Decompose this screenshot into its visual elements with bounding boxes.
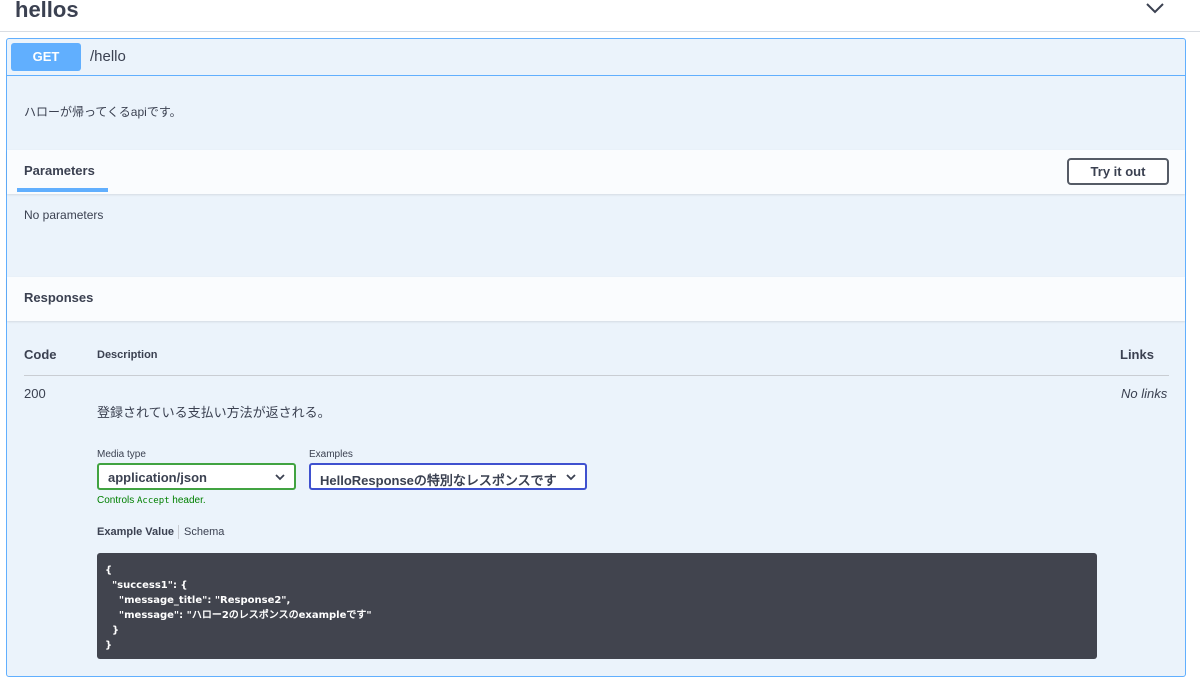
media-type-value: application/json <box>108 470 207 485</box>
column-header-links: Links <box>1120 347 1154 362</box>
chevron-down-icon <box>566 474 576 481</box>
response-description: 登録されている支払い方法が返される。 <box>97 405 331 420</box>
examples-select[interactable]: HelloResponseの特別なレスポンスです <box>309 463 587 490</box>
examples-value: HelloResponseの特別なレスポンスです <box>320 473 557 488</box>
column-header-code: Code <box>24 347 57 362</box>
tab-active-indicator <box>17 188 108 192</box>
chevron-down-icon[interactable] <box>1144 0 1166 16</box>
tab-example-value[interactable]: Example Value <box>97 526 174 538</box>
response-links: No links <box>1121 386 1168 401</box>
media-type-select[interactable]: application/json <box>97 463 296 490</box>
tab-schema[interactable]: Schema <box>184 526 224 538</box>
example-tabs: Example Value Schema <box>97 525 224 539</box>
examples-label: Examples <box>309 449 353 460</box>
column-header-description: Description <box>97 349 158 361</box>
operation-description: ハローが帰ってくるapiです。 <box>24 105 182 119</box>
divider <box>178 525 180 539</box>
parameters-header: Parameters Try it out <box>7 150 1185 194</box>
responses-header: Responses <box>7 277 1185 321</box>
media-type-label: Media type <box>97 449 146 460</box>
controls-accept-note: Controls Accept header. <box>97 495 206 506</box>
divider <box>24 375 1169 376</box>
chevron-down-icon <box>275 474 285 481</box>
tab-parameters[interactable]: Parameters <box>24 163 95 178</box>
responses-title: Responses <box>24 290 94 305</box>
operation-summary[interactable]: GET /hello <box>7 39 1185 76</box>
try-it-out-button[interactable]: Try it out <box>1067 158 1169 185</box>
example-code-block: { "success1": { "message_title": "Respon… <box>97 553 1097 659</box>
tag-header[interactable]: hellos <box>0 0 1200 32</box>
method-badge: GET <box>11 43 81 71</box>
operation-block: GET /hello ハローが帰ってくるapiです。 Parameters Tr… <box>6 38 1186 677</box>
operation-path: /hello <box>90 48 126 65</box>
tag-title: hellos <box>15 0 79 22</box>
no-parameters-text: No parameters <box>24 208 104 222</box>
response-code: 200 <box>24 386 46 401</box>
